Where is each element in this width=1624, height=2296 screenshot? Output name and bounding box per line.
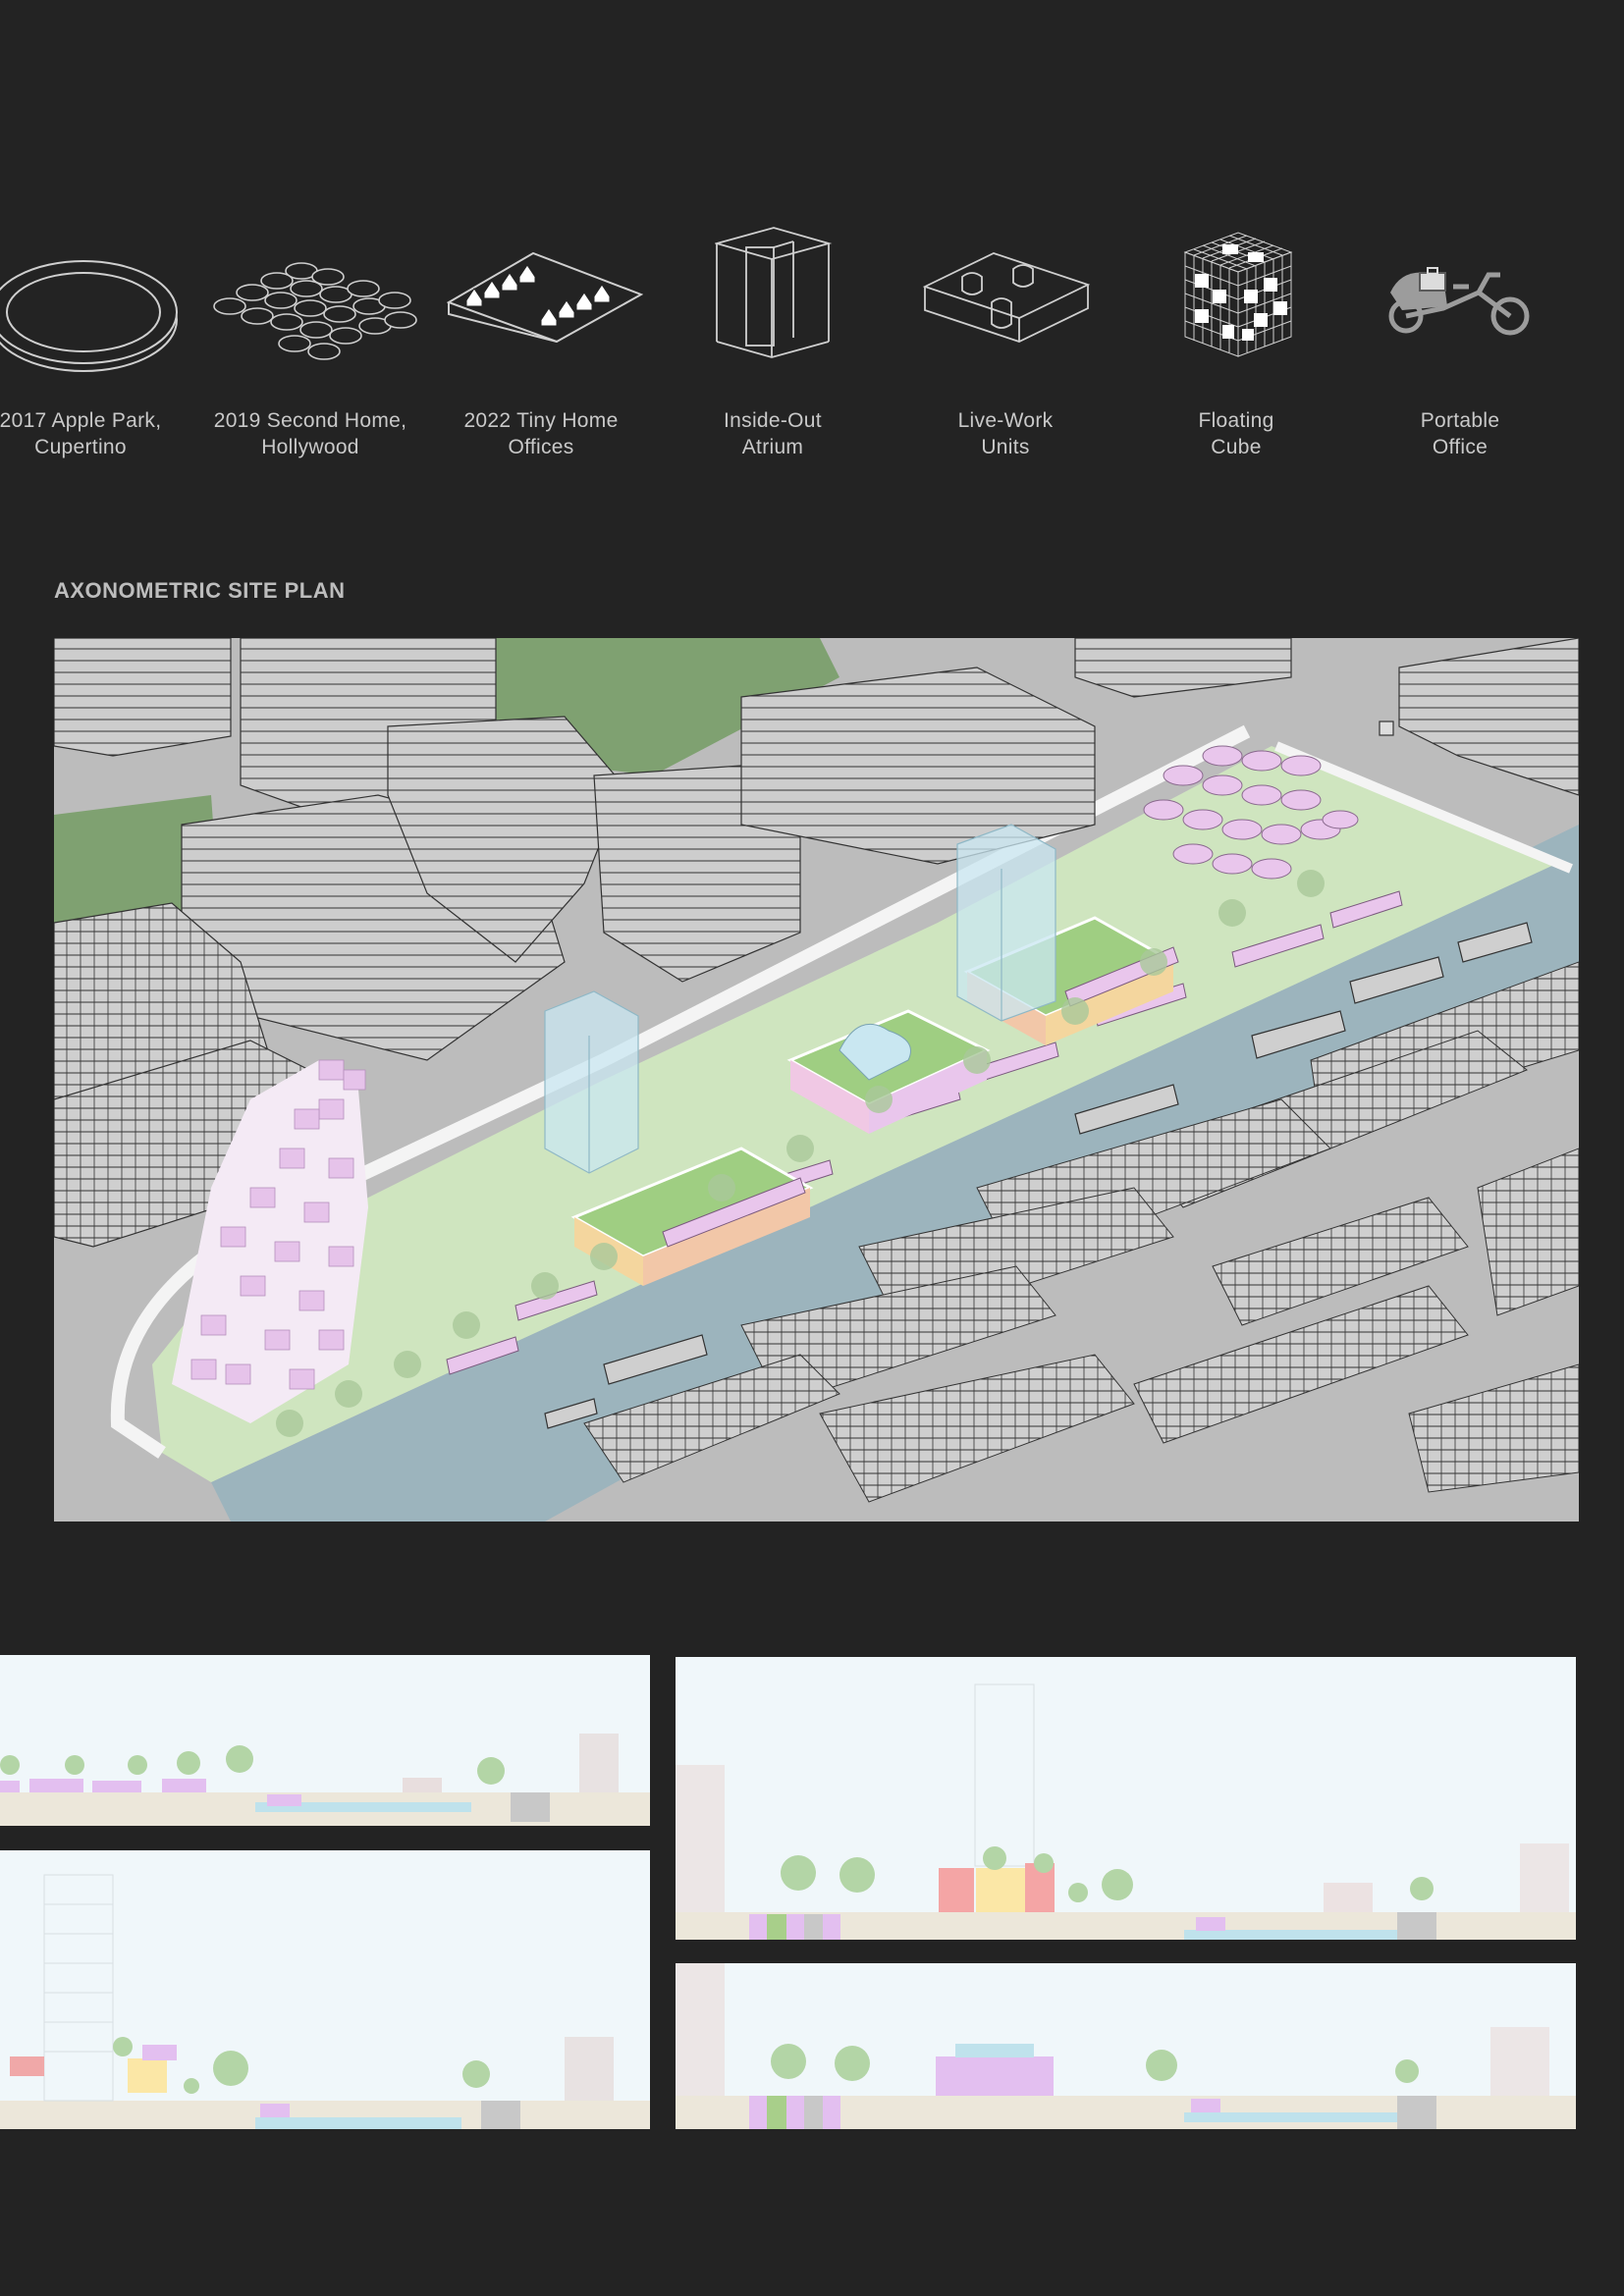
typology-row: 2017 Apple Park, Cupertino 2019 Second Ho… (0, 0, 1624, 491)
section-elevation-b (0, 1850, 650, 2129)
cylinder-cluster-icon (208, 257, 419, 380)
typology-label-tiny-home: 2022 Tiny Home Offices (463, 409, 619, 458)
interlocking-blocks-icon (922, 247, 1091, 350)
atrium-tower-icon (713, 226, 833, 368)
typology-label-floating-cube: Floating Cube (1198, 409, 1274, 458)
tiny-houses-icon (446, 245, 644, 348)
cube-grid-icon (1183, 231, 1293, 363)
typology-label-live-work: Live-Work Units (957, 409, 1054, 458)
cargo-bike-icon (1384, 257, 1537, 346)
site-plan-title: AXONOMETRIC SITE PLAN (54, 578, 346, 603)
typology-label-apple-park: 2017 Apple Park, Cupertino (0, 409, 162, 458)
ring-building-icon (0, 245, 182, 383)
axonometric-site-plan (54, 638, 1579, 1522)
typology-label-second-home: 2019 Second Home, Hollywood (213, 409, 407, 458)
typology-label-atrium: Inside-Out Atrium (724, 409, 822, 458)
section-elevation-d (676, 1963, 1576, 2129)
section-elevation-c (676, 1657, 1576, 1940)
typology-label-portable-office: Portable Office (1420, 409, 1500, 458)
section-elevation-a (0, 1655, 650, 1826)
